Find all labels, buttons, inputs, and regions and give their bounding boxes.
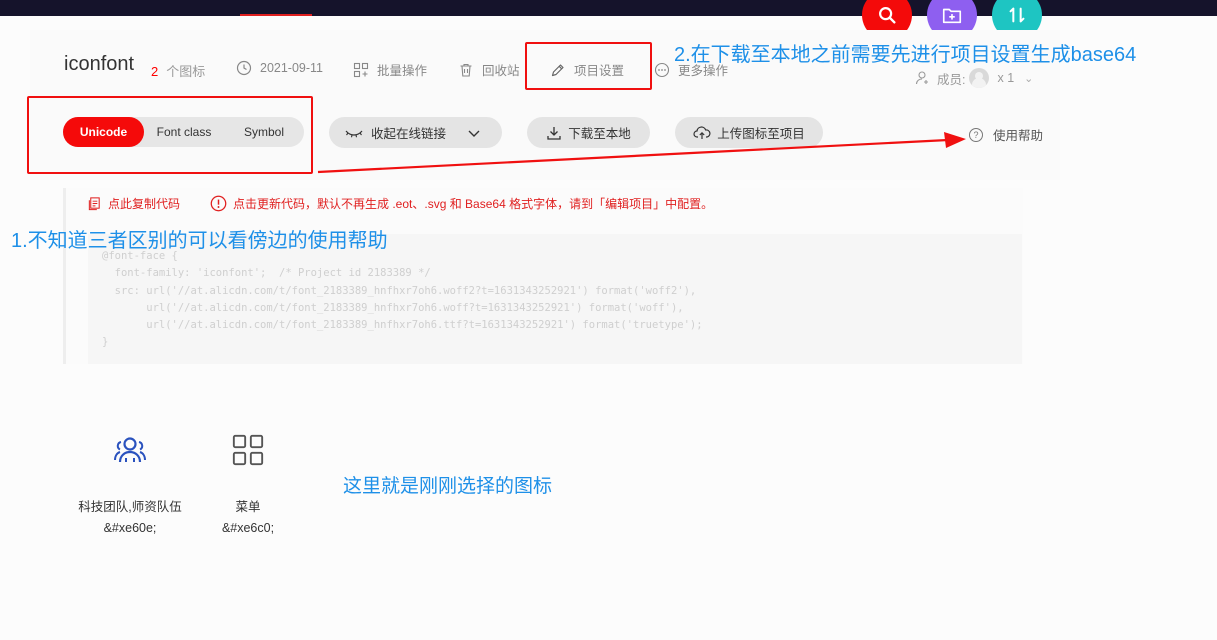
annotation-arrow bbox=[317, 132, 966, 174]
annotation-note-1: 1.不知道三者区别的可以看傍边的使用帮助 bbox=[11, 230, 388, 252]
annotation-note-2: 2.在下载至本地之前需要先进行项目设置生成base64 bbox=[674, 44, 1137, 66]
annotation-note-3: 这里就是刚刚选择的图标 bbox=[343, 476, 553, 497]
